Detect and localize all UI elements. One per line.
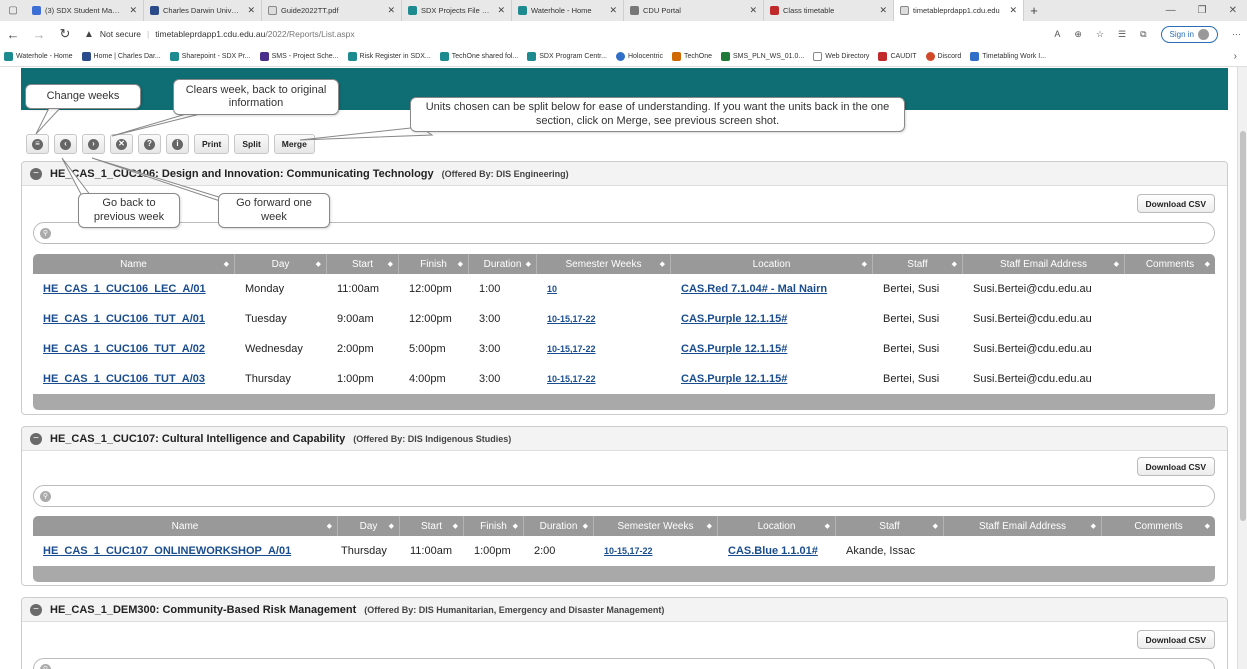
callout-go-back: Go back to previous week	[78, 193, 180, 228]
callout-go-forward: Go forward one week	[218, 193, 330, 228]
clear-week-pointer	[111, 113, 201, 137]
callout-split-info: Units chosen can be split below for ease…	[410, 97, 905, 132]
callout-clear-week: Clears week, back to original informatio…	[173, 79, 339, 115]
change-weeks-pointer	[35, 105, 64, 135]
callout-change-weeks: Change weeks	[25, 84, 141, 109]
